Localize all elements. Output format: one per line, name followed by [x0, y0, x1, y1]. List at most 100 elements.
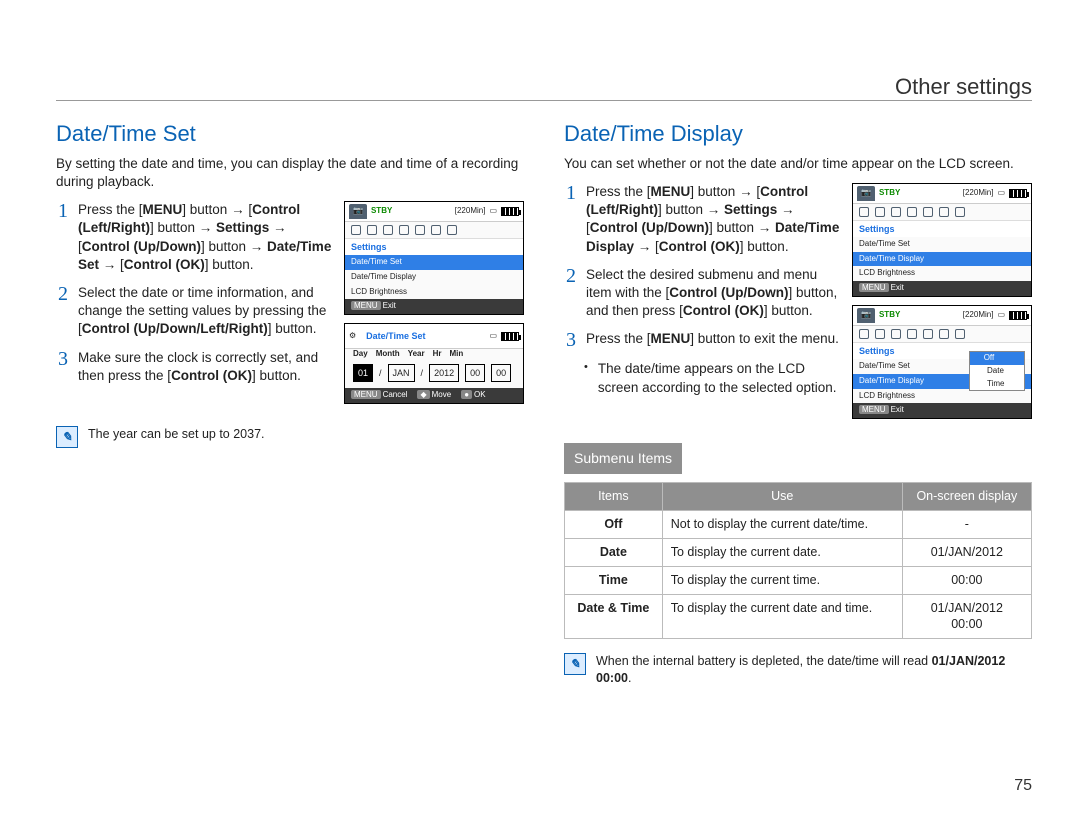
right-column: Date/Time Display You can set whether or… — [564, 119, 1032, 687]
note-text: The year can be set up to 2037. — [88, 426, 265, 443]
menu-row-selected: Date/Time Set — [345, 255, 523, 270]
cell-use: Not to display the current date/time. — [662, 510, 902, 538]
section-heading-right: Date/Time Display — [564, 119, 1032, 149]
value-day: 01 — [353, 364, 373, 382]
record-time: [220Min] — [455, 206, 486, 217]
card-icon: ▭ — [489, 206, 497, 217]
step-number: 1 — [564, 183, 576, 203]
cell-osd: 00:00 — [902, 566, 1031, 594]
card-icon: ▭ — [997, 310, 1005, 321]
page-number: 75 — [1014, 775, 1032, 797]
note-icon: ✎ — [564, 653, 586, 675]
menu-row: Date/Time Set — [853, 237, 1031, 252]
step-text: Press the [MENU] button → [Control (Left… — [78, 201, 332, 274]
cell-item: Date — [565, 538, 663, 566]
step-3-right: 3 Press the [MENU] button to exit the me… — [564, 330, 840, 350]
step-text: Select the desired submenu and menu item… — [586, 266, 840, 321]
lcd-datetime-display-popup: 📷 STBY [220Min] ▭ Settings Date/Time Set… — [852, 305, 1032, 419]
step-text: Make sure the clock is correctly set, an… — [78, 349, 332, 385]
cell-item: Date & Time — [565, 594, 663, 639]
step-1-right: 1 Press the [MENU] button → [Control (Le… — [564, 183, 840, 256]
step-number: 3 — [56, 349, 68, 369]
stby-label: STBY — [371, 206, 392, 217]
popup-item: Time — [987, 379, 1004, 390]
camera-icon: 📷 — [349, 204, 367, 219]
intro-right: You can set whether or not the date and/… — [564, 155, 1032, 173]
battery-icon — [501, 332, 519, 341]
cell-use: To display the current time. — [662, 566, 902, 594]
label-month: Month — [376, 349, 400, 360]
bullet-text: The date/time appears on the LCD screen … — [598, 360, 840, 396]
step-number: 1 — [56, 201, 68, 221]
stby-label: STBY — [879, 310, 900, 321]
left-steps-1-2: 1 Press the [MENU] button → [Control (Le… — [56, 201, 332, 395]
cell-osd: 01/JAN/2012 00:00 — [902, 594, 1031, 639]
popup-item: Off — [984, 353, 995, 364]
label-year: Year — [408, 349, 425, 360]
step-number: 2 — [564, 266, 576, 286]
step-3-left: 3 Make sure the clock is correctly set, … — [56, 349, 332, 385]
menu-row: LCD Brightness — [345, 285, 523, 300]
value-hr: 00 — [465, 364, 485, 382]
panel-title: Date/Time Set — [360, 326, 431, 346]
menu-row: LCD Brightness — [853, 266, 1031, 281]
note-icon: ✎ — [56, 426, 78, 448]
popup-options: ✓Off Date Time — [969, 351, 1025, 391]
bullet-icon: • — [584, 360, 588, 375]
cell-use: To display the current date. — [662, 538, 902, 566]
battery-icon — [1009, 311, 1027, 320]
value-min: 00 — [491, 364, 511, 382]
step-2-left: 2 Select the date or time information, a… — [56, 284, 332, 339]
cell-osd: - — [902, 510, 1031, 538]
left-screenshots: 📷 STBY [220Min] ▭ Settings Date/Time Set… — [344, 201, 524, 412]
menu-heading: Settings — [345, 239, 523, 255]
step-2-right: 2 Select the desired submenu and menu it… — [564, 266, 840, 321]
intro-left: By setting the date and time, you can di… — [56, 155, 524, 191]
th-items: Items — [565, 483, 663, 511]
lcd-datetime-editor: ⚙ Date/Time Set ▭ Day Month Year Hr Min — [344, 323, 524, 404]
lcd-settings-datetime-display: 📷 STBY [220Min] ▭ Settings Date/Time Set… — [852, 183, 1032, 297]
popup-item: Date — [987, 366, 1004, 377]
menu-row-selected: Date/Time Display — [853, 252, 1031, 267]
step-text: Press the [MENU] button to exit the menu… — [586, 330, 840, 348]
th-use: Use — [662, 483, 902, 511]
top-rule — [56, 100, 1032, 101]
cell-osd: 01/JAN/2012 — [902, 538, 1031, 566]
bullet-right: • The date/time appears on the LCD scree… — [586, 360, 840, 396]
cell-use: To display the current date and time. — [662, 594, 902, 639]
submenu-items-header: Submenu Items — [564, 443, 682, 474]
label-min: Min — [449, 349, 463, 360]
camera-icon: 📷 — [857, 308, 875, 323]
check-icon: ✓ — [974, 353, 981, 364]
cell-item: Off — [565, 510, 663, 538]
record-time: [220Min] — [963, 188, 994, 199]
note-text: When the internal battery is depleted, t… — [596, 653, 1032, 687]
step-number: 2 — [56, 284, 68, 304]
battery-icon — [501, 207, 519, 216]
submenu-tbody: OffNot to display the current date/time.… — [565, 510, 1032, 638]
th-osd: On-screen display — [902, 483, 1031, 511]
menu-heading: Settings — [853, 221, 1031, 237]
card-icon: ▭ — [997, 188, 1005, 199]
value-month: JAN — [388, 364, 415, 382]
two-column-layout: Date/Time Set By setting the date and ti… — [56, 119, 1032, 687]
step-text: Press the [MENU] button → [Control (Left… — [586, 183, 840, 256]
card-icon: ▭ — [489, 331, 497, 342]
value-year: 2012 — [429, 364, 459, 382]
section-heading-left: Date/Time Set — [56, 119, 524, 149]
battery-icon — [1009, 189, 1027, 198]
chapter-title: Other settings — [895, 72, 1032, 102]
record-time: [220Min] — [963, 310, 994, 321]
step-text: Select the date or time information, and… — [78, 284, 332, 339]
step-number: 3 — [564, 330, 576, 350]
right-screenshots: 📷 STBY [220Min] ▭ Settings Date/Time Set… — [852, 183, 1032, 427]
label-day: Day — [353, 349, 368, 360]
cell-item: Time — [565, 566, 663, 594]
label-hr: Hr — [433, 349, 442, 360]
note-right: ✎ When the internal battery is depleted,… — [564, 653, 1032, 687]
lcd-settings-datetime-set: 📷 STBY [220Min] ▭ Settings Date/Time Set… — [344, 201, 524, 315]
step-1-left: 1 Press the [MENU] button → [Control (Le… — [56, 201, 332, 274]
note-left: ✎ The year can be set up to 2037. — [56, 426, 524, 448]
submenu-table: Items Use On-screen display OffNot to di… — [564, 482, 1032, 639]
menu-row: Date/Time Display — [345, 270, 523, 285]
